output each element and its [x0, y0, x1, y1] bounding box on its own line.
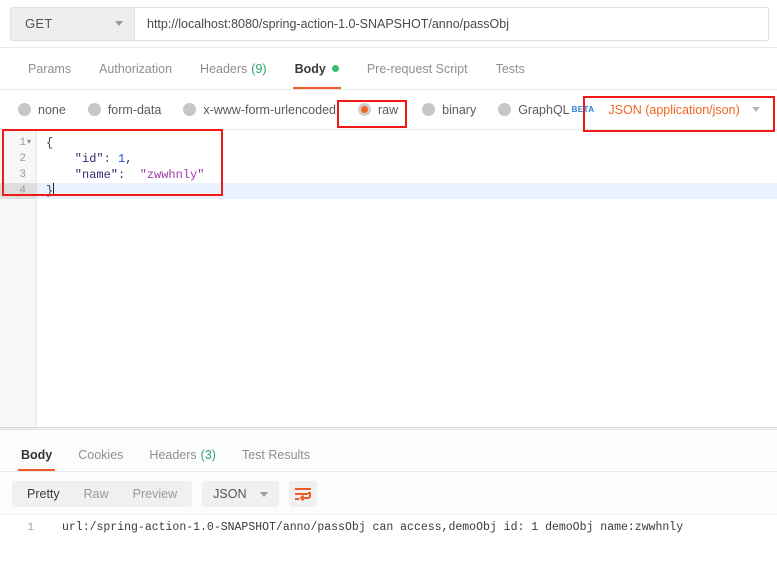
radio-icon [422, 103, 436, 116]
response-tab-headers[interactable]: Headers (3) [136, 438, 229, 471]
token: } [46, 184, 54, 198]
response-tabs: Body Cookies Headers (3) Test Results [0, 438, 777, 472]
token: "name" [46, 168, 119, 182]
http-method-select[interactable]: GET [10, 6, 134, 41]
content-type-label: JSON (application/json) [608, 102, 740, 117]
body-type-graphql[interactable]: GraphQL BETA [498, 103, 594, 117]
token: "zwwhnly" [125, 168, 205, 182]
chevron-down-icon [115, 21, 123, 26]
request-tabs: Params Authorization Headers (9) Body Pr… [0, 48, 777, 90]
view-mode-pretty[interactable]: Pretty [15, 481, 72, 507]
tab-headers-count: (9) [251, 61, 267, 76]
view-mode-raw[interactable]: Raw [72, 481, 121, 507]
chevron-down-icon [751, 107, 760, 112]
response-toolbar: Pretty Raw Preview JSON [0, 478, 777, 510]
token: , [125, 152, 133, 166]
body-type-form-data-label: form-data [107, 102, 162, 117]
token: 1 [110, 152, 126, 166]
editor-line[interactable]: 1 ▾ { [0, 135, 777, 151]
body-type-row: none form-data x-www-form-urlencoded raw… [0, 90, 777, 130]
tab-params-label: Params [28, 61, 72, 76]
tab-headers[interactable]: Headers (9) [186, 48, 281, 89]
response-tab-body-label: Body [21, 447, 53, 462]
response-tab-cookies[interactable]: Cookies [65, 438, 136, 471]
response-body[interactable]: 1 url:/spring-action-1.0-SNAPSHOT/anno/p… [0, 514, 777, 565]
tab-authorization-label: Authorization [99, 61, 173, 76]
view-mode-pretty-label: Pretty [27, 487, 60, 501]
response-tab-test-results-label: Test Results [241, 447, 311, 462]
editor-line[interactable]: 2 "id": 1, [0, 151, 777, 167]
radio-selected-icon [358, 103, 371, 116]
token: "id" [46, 152, 104, 166]
fold-arrow-icon[interactable]: ▾ [27, 135, 35, 151]
response-body-line: 1 url:/spring-action-1.0-SNAPSHOT/anno/p… [0, 519, 777, 537]
body-type-raw[interactable]: raw [358, 103, 398, 117]
tab-headers-label: Headers [200, 61, 248, 76]
text-cursor [53, 183, 55, 196]
response-tab-headers-label: Headers [149, 447, 197, 462]
tab-tests-label: Tests [495, 61, 525, 76]
tab-tests[interactable]: Tests [482, 48, 539, 89]
http-method-label: GET [25, 16, 53, 31]
response-view-mode-group: Pretty Raw Preview [12, 481, 193, 507]
line-content: { [46, 135, 53, 151]
line-number: 4 [0, 183, 37, 199]
chevron-down-icon [260, 491, 269, 497]
tab-pre-request-script-label: Pre-request Script [366, 61, 468, 76]
tab-pre-request-script[interactable]: Pre-request Script [353, 48, 482, 89]
tab-authorization[interactable]: Authorization [85, 48, 186, 89]
body-type-binary[interactable]: binary [422, 103, 476, 117]
request-body-editor[interactable]: 1 ▾ { 2 "id": 1, 3 "name": "zwwhnly" 4 } [0, 131, 777, 427]
url-input[interactable]: http://localhost:8080/spring-action-1.0-… [134, 6, 769, 41]
body-type-raw-label: raw [378, 102, 399, 117]
token: : [103, 152, 111, 166]
url-input-value: http://localhost:8080/spring-action-1.0-… [147, 16, 509, 31]
response-pane: Body Cookies Headers (3) Test Results Pr… [0, 430, 777, 565]
line-number: 1 [27, 522, 34, 534]
body-type-urlencoded-label: x-www-form-urlencoded [203, 102, 336, 117]
tab-params[interactable]: Params [14, 48, 85, 89]
tab-body-label: Body [294, 61, 326, 76]
radio-icon [183, 103, 197, 116]
line-number: 3 [19, 169, 26, 181]
body-type-x-www-form-urlencoded[interactable]: x-www-form-urlencoded [183, 103, 336, 117]
response-format-select[interactable]: JSON [202, 481, 280, 507]
radio-icon [498, 103, 512, 116]
body-type-form-data[interactable]: form-data [87, 102, 162, 117]
line-content: } [46, 183, 55, 199]
response-body-text: url:/spring-action-1.0-SNAPSHOT/anno/pas… [62, 521, 684, 534]
line-content: "id": 1, [46, 151, 133, 167]
view-mode-preview-label: Preview [132, 487, 178, 501]
response-format-label: JSON [213, 487, 247, 501]
view-mode-preview[interactable]: Preview [121, 481, 189, 507]
body-type-graphql-label: GraphQL [518, 102, 570, 117]
tab-body[interactable]: Body [281, 48, 353, 89]
editor-line-active[interactable]: 4 } [0, 183, 777, 199]
view-mode-raw-label: Raw [83, 487, 109, 501]
content-type-select[interactable]: JSON (application/json) [608, 102, 760, 117]
postman-window: GET http://localhost:8080/spring-action-… [0, 0, 777, 565]
editor-lines: 1 ▾ { 2 "id": 1, 3 "name": "zwwhnly" 4 } [0, 135, 777, 199]
word-wrap-icon [295, 487, 312, 501]
body-type-none[interactable]: none [18, 103, 66, 117]
radio-icon [87, 103, 101, 116]
beta-badge: BETA [571, 105, 595, 114]
line-content: "name": "zwwhnly" [46, 167, 205, 183]
response-tab-cookies-label: Cookies [78, 447, 124, 462]
radio-icon [18, 103, 31, 116]
body-modified-dot-icon [331, 65, 339, 72]
response-tab-headers-count: (3) [200, 447, 216, 462]
line-number: 2 [19, 153, 26, 165]
url-bar: GET http://localhost:8080/spring-action-… [0, 0, 777, 48]
body-type-none-label: none [38, 102, 66, 117]
response-tab-body[interactable]: Body [8, 438, 65, 471]
body-type-binary-label: binary [442, 102, 477, 117]
editor-line[interactable]: 3 "name": "zwwhnly" [0, 167, 777, 183]
token: { [46, 136, 54, 150]
word-wrap-toggle[interactable] [289, 481, 318, 507]
response-tab-test-results[interactable]: Test Results [229, 438, 323, 471]
